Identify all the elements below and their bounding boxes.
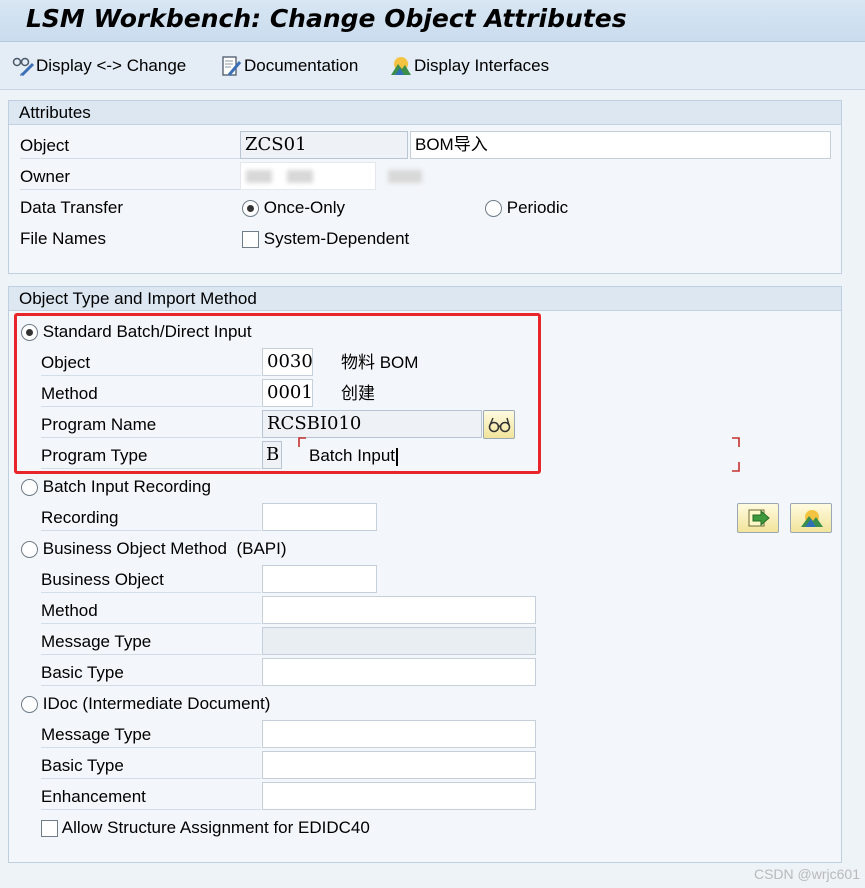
document-edit-icon bbox=[220, 55, 242, 77]
bapi-message-type-label: Message Type bbox=[41, 632, 152, 651]
once-only-radio-circle[interactable] bbox=[242, 200, 259, 218]
owner-redacted-mark bbox=[287, 170, 313, 183]
selection-corner-mark bbox=[298, 437, 306, 447]
idoc-label: IDoc (Intermediate Document) bbox=[42, 694, 271, 713]
enhancement-label: Enhancement bbox=[41, 787, 146, 806]
idoc-message-type-label: Message Type bbox=[41, 725, 152, 744]
enhancement-underline bbox=[41, 809, 261, 810]
batch-recording-radio-circle[interactable] bbox=[21, 479, 38, 497]
owner-label-underline bbox=[20, 189, 240, 190]
display-interfaces-label: Display Interfaces bbox=[414, 56, 550, 75]
mountain-interfaces-icon bbox=[390, 55, 412, 77]
attributes-group: Attributes bbox=[8, 100, 842, 274]
periodic-radio[interactable]: Periodic bbox=[485, 197, 568, 219]
periodic-label: Periodic bbox=[506, 198, 569, 217]
bapi-basic-type-field[interactable] bbox=[262, 658, 536, 686]
business-object-label: Business Object bbox=[41, 570, 164, 589]
recording-label: Recording bbox=[41, 508, 119, 527]
business-object-underline bbox=[41, 592, 261, 593]
title-bar: LSM Workbench: Change Object Attributes bbox=[0, 0, 865, 42]
idoc-message-type-underline bbox=[41, 747, 261, 748]
idoc-basic-type-underline bbox=[41, 778, 261, 779]
documentation-label: Documentation bbox=[244, 56, 359, 75]
owner-label: Owner bbox=[20, 167, 71, 186]
idoc-basic-type-field[interactable] bbox=[262, 751, 536, 779]
selection-corner-mark bbox=[732, 437, 740, 447]
documentation-button[interactable]: Documentation bbox=[220, 54, 358, 78]
selection-corner-mark bbox=[732, 462, 740, 472]
file-names-label: File Names bbox=[20, 229, 106, 248]
idoc-basic-type-label: Basic Type bbox=[41, 756, 124, 775]
idoc-message-type-field[interactable] bbox=[262, 720, 536, 748]
glasses-pencil-icon bbox=[12, 55, 35, 77]
recording-underline bbox=[41, 530, 261, 531]
batch-recording-label: Batch Input Recording bbox=[42, 477, 211, 496]
attributes-header: Attributes bbox=[9, 101, 841, 125]
bapi-method-label: Method bbox=[41, 601, 98, 620]
mountain-icon bbox=[800, 507, 824, 534]
bapi-radio-circle[interactable] bbox=[21, 541, 38, 559]
once-only-radio[interactable]: Once-Only bbox=[242, 197, 345, 219]
data-transfer-label: Data Transfer bbox=[20, 198, 123, 217]
allow-structure-label: Allow Structure Assignment for EDIDC40 bbox=[61, 818, 370, 837]
periodic-radio-circle[interactable] bbox=[485, 200, 502, 218]
object-label-underline bbox=[20, 158, 240, 159]
owner-redacted-mark bbox=[388, 170, 422, 183]
highlight-box bbox=[14, 313, 541, 474]
watermark: CSDN @wrjc601 bbox=[753, 866, 860, 882]
once-only-label: Once-Only bbox=[263, 198, 345, 217]
application-toolbar: Display <-> Change Documentation Display… bbox=[0, 42, 865, 90]
arrow-right-icon bbox=[747, 507, 771, 534]
interfaces-overview-button[interactable] bbox=[790, 503, 832, 533]
business-object-field[interactable] bbox=[262, 565, 377, 593]
bapi-message-type-underline bbox=[41, 654, 261, 655]
idoc-radio[interactable]: IDoc (Intermediate Document) bbox=[21, 693, 270, 715]
object-field[interactable]: ZCS01 bbox=[240, 131, 408, 159]
import-method-header: Object Type and Import Method bbox=[9, 287, 841, 311]
window-title: LSM Workbench: Change Object Attributes bbox=[26, 4, 627, 33]
display-interfaces-button[interactable]: Display Interfaces bbox=[390, 54, 549, 78]
execute-recording-button[interactable] bbox=[737, 503, 779, 533]
owner-redacted-mark bbox=[246, 170, 272, 183]
display-change-button[interactable]: Display <-> Change bbox=[12, 54, 186, 78]
idoc-radio-circle[interactable] bbox=[21, 696, 38, 714]
bapi-message-type-field bbox=[262, 627, 536, 655]
batch-recording-radio[interactable]: Batch Input Recording bbox=[21, 476, 211, 498]
bapi-method-field[interactable] bbox=[262, 596, 536, 624]
object-label: Object bbox=[20, 136, 70, 155]
allow-structure-check-box[interactable] bbox=[41, 820, 58, 838]
system-dependent-label: System-Dependent bbox=[263, 229, 410, 248]
bapi-radio[interactable]: Business Object Method (BAPI) bbox=[21, 538, 287, 560]
display-change-label: Display <-> Change bbox=[36, 56, 187, 75]
bapi-method-underline bbox=[41, 623, 261, 624]
system-dependent-checkbox[interactable]: System-Dependent bbox=[242, 228, 409, 250]
bapi-label: Business Object Method (BAPI) bbox=[42, 539, 287, 558]
bapi-basic-type-underline bbox=[41, 685, 261, 686]
object-description-field[interactable]: BOM导入 bbox=[410, 131, 831, 159]
enhancement-field[interactable] bbox=[262, 782, 536, 810]
system-dependent-check-box[interactable] bbox=[242, 231, 259, 249]
allow-structure-checkbox[interactable]: Allow Structure Assignment for EDIDC40 bbox=[41, 817, 370, 839]
recording-field[interactable] bbox=[262, 503, 377, 531]
bapi-basic-type-label: Basic Type bbox=[41, 663, 124, 682]
